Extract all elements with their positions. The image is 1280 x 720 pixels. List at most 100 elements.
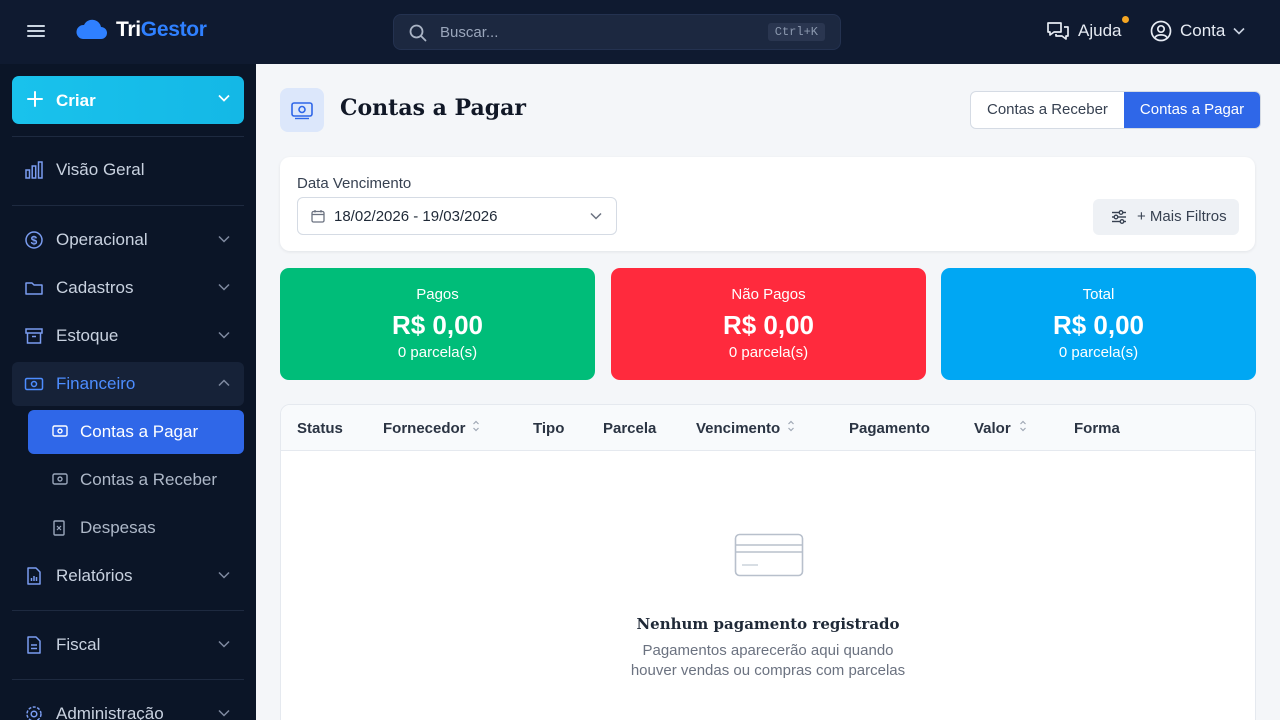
stat-count: 0 parcela(s) — [728, 344, 809, 361]
sidebar-item-label: Estoque — [56, 326, 119, 345]
column-forma[interactable]: Forma — [1074, 420, 1120, 437]
folder-icon — [25, 282, 43, 295]
banknote-icon — [52, 473, 68, 485]
sidebar-subitem-label: Despesas — [80, 518, 156, 537]
sidebar-item-label: Operacional — [56, 230, 148, 249]
receipt-icon — [53, 520, 65, 536]
column-label: Valor — [974, 420, 1011, 437]
sidebar: Criar Visão Geral $ Operacional Cadastro… — [0, 64, 256, 720]
search-input[interactable] — [440, 15, 740, 49]
sort-icon — [788, 420, 794, 432]
sidebar-subitem-contas-a-receber[interactable]: Contas a Receber — [28, 458, 244, 502]
report-icon — [27, 567, 41, 585]
help-button[interactable]: Ajuda — [1046, 16, 1129, 42]
logo[interactable]: TriGestor — [74, 18, 207, 42]
column-fornecedor[interactable]: Fornecedor — [383, 420, 479, 437]
sidebar-item-administracao[interactable]: Administração — [12, 692, 244, 720]
payments-table: Status Fornecedor Tipo Parcela Venciment… — [280, 404, 1256, 720]
stat-card-pagos: Pagos R$ 0,00 0 parcela(s) — [280, 268, 595, 380]
stat-title: Total — [1082, 286, 1115, 303]
chevron-down-icon — [218, 283, 230, 291]
chat-bubbles-icon — [1047, 22, 1069, 40]
column-pagamento[interactable]: Pagamento — [849, 420, 930, 437]
sidebar-item-label: Visão Geral — [56, 160, 145, 179]
sidebar-divider — [12, 205, 244, 206]
sidebar-item-label: Cadastros — [56, 278, 134, 297]
table-header: Status Fornecedor Tipo Parcela Venciment… — [281, 405, 1255, 451]
user-circle-icon — [1150, 20, 1172, 42]
sliders-icon — [1112, 210, 1126, 224]
notification-dot — [1122, 16, 1129, 23]
sidebar-item-operacional[interactable]: $ Operacional — [12, 218, 244, 262]
filter-card: Data Vencimento 18/02/2026 - 19/03/2026 … — [280, 157, 1255, 251]
stat-title: Pagos — [416, 286, 459, 303]
menu-icon[interactable] — [24, 22, 48, 42]
chevron-down-icon — [218, 571, 230, 579]
column-status[interactable]: Status — [297, 420, 343, 437]
help-label: Ajuda — [1078, 21, 1122, 40]
dollar-circle-icon: $ — [25, 231, 43, 249]
more-filters-button[interactable]: + Mais Filtros — [1093, 199, 1239, 235]
date-range-select[interactable]: 18/02/2026 - 19/03/2026 — [297, 197, 617, 235]
svg-text:$: $ — [31, 234, 38, 248]
chevron-down-icon — [218, 94, 230, 102]
column-label: Vencimento — [696, 420, 781, 437]
more-filters-label: + Mais Filtros — [1137, 208, 1227, 225]
stat-card-total: Total R$ 0,00 0 parcela(s) — [941, 268, 1256, 380]
chevron-down-icon — [218, 709, 230, 717]
chevron-down-icon — [1233, 27, 1245, 35]
sidebar-item-label: Financeiro — [56, 374, 136, 393]
view-toggle: Contas a Receber Contas a Pagar — [970, 91, 1262, 129]
chevron-down-icon — [218, 235, 230, 243]
sidebar-subitem-contas-a-pagar[interactable]: Contas a Pagar — [28, 410, 244, 454]
account-button[interactable]: Conta — [1150, 20, 1245, 42]
sidebar-item-fiscal[interactable]: Fiscal — [12, 623, 244, 667]
gear-icon — [26, 706, 42, 720]
sidebar-item-estoque[interactable]: Estoque — [12, 314, 244, 358]
chevron-down-icon — [218, 640, 230, 648]
archive-box-icon — [25, 328, 43, 344]
column-valor[interactable]: Valor — [974, 420, 1026, 437]
column-parcela[interactable]: Parcela — [603, 420, 656, 437]
search-shortcut: Ctrl+K — [767, 23, 825, 41]
create-button[interactable]: Criar — [12, 76, 244, 124]
sidebar-divider — [12, 136, 244, 137]
column-vencimento[interactable]: Vencimento — [696, 420, 794, 437]
stat-card-nao-pagos: Não Pagos R$ 0,00 0 parcela(s) — [611, 268, 926, 380]
sidebar-item-label: Administração — [56, 704, 164, 720]
sidebar-item-label: Fiscal — [56, 635, 101, 654]
credit-card-icon — [734, 533, 804, 577]
page-icon — [280, 88, 324, 132]
page-title: Contas a Pagar — [340, 95, 526, 121]
sidebar-item-cadastros[interactable]: Cadastros — [12, 266, 244, 310]
top-bar: TriGestor Ctrl+K Ajuda Conta — [0, 0, 1280, 64]
create-label: Criar — [56, 91, 96, 110]
banknote-icon — [52, 425, 68, 437]
plus-icon — [27, 91, 43, 107]
sidebar-subitem-label: Contas a Receber — [80, 470, 218, 489]
banknote-icon — [291, 102, 313, 120]
cloud-icon — [76, 19, 107, 39]
date-range-value: 18/02/2026 - 19/03/2026 — [334, 208, 498, 225]
sidebar-subitem-despesas[interactable]: Despesas — [28, 506, 244, 550]
sidebar-item-relatorios[interactable]: Relatórios — [12, 554, 244, 598]
stat-value: R$ 0,00 — [391, 310, 484, 340]
chevron-down-icon — [218, 331, 230, 339]
toggle-contas-a-receber[interactable]: Contas a Receber — [971, 92, 1124, 128]
document-icon — [27, 636, 41, 654]
column-tipo[interactable]: Tipo — [533, 420, 564, 437]
stat-value: R$ 0,00 — [1052, 310, 1145, 340]
stat-title: Não Pagos — [731, 286, 806, 303]
chevron-down-icon — [590, 212, 602, 220]
sidebar-item-visao-geral[interactable]: Visão Geral — [12, 148, 244, 192]
chevron-up-icon — [218, 379, 230, 387]
bar-chart-icon — [25, 161, 43, 179]
sidebar-divider — [12, 679, 244, 680]
brand-name: TriGestor — [116, 18, 207, 41]
sidebar-divider — [12, 610, 244, 611]
calendar-icon — [311, 210, 325, 223]
toggle-contas-a-pagar[interactable]: Contas a Pagar — [1123, 92, 1261, 128]
stat-count: 0 parcela(s) — [397, 344, 478, 361]
search-bar[interactable]: Ctrl+K — [393, 14, 841, 50]
sidebar-item-financeiro[interactable]: Financeiro — [12, 362, 244, 406]
